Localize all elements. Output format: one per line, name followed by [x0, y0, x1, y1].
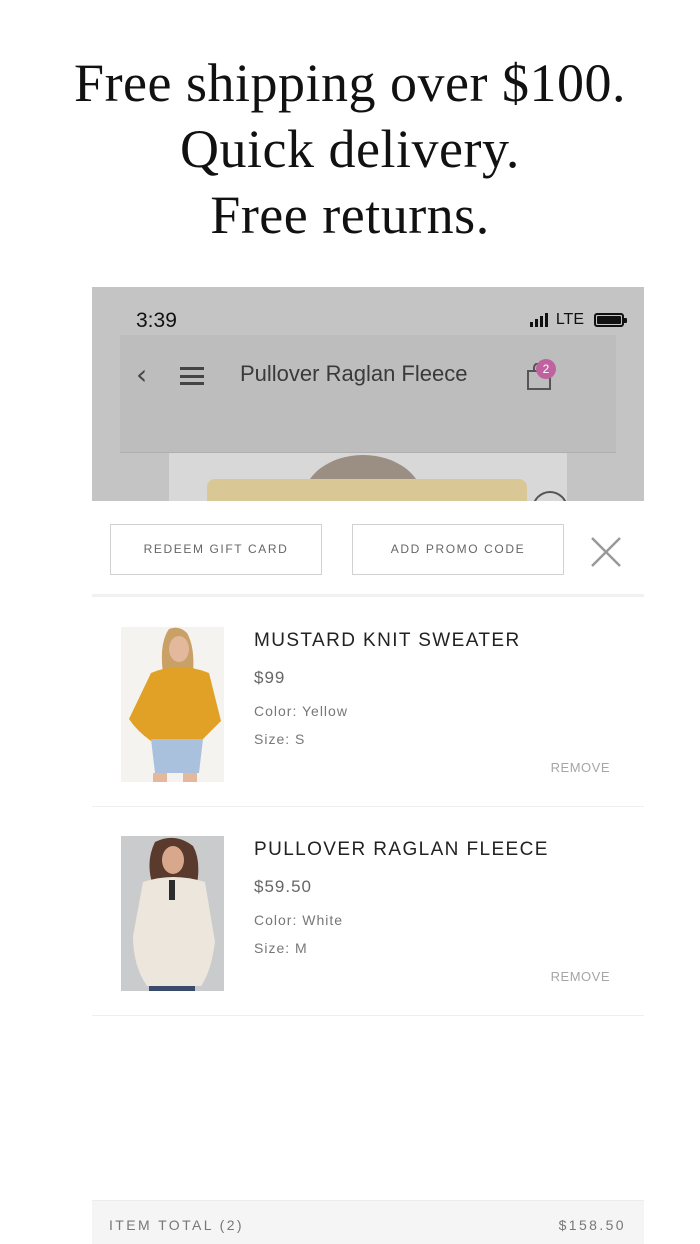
product-thumbnail[interactable] — [121, 836, 224, 991]
marketing-headline: Free shipping over $100. Quick delivery.… — [0, 50, 700, 248]
battery-icon — [594, 313, 627, 327]
cart-item: MUSTARD KNIT SWEATER $99 Color: Yellow S… — [92, 598, 644, 807]
headline-line-3: Free returns. — [210, 185, 490, 245]
add-promo-code-button[interactable]: ADD PROMO CODE — [352, 524, 564, 575]
item-name[interactable]: PULLOVER RAGLAN FLEECE — [254, 839, 549, 861]
item-price: $99 — [254, 668, 286, 687]
headline-line-2: Quick delivery. — [180, 119, 520, 179]
item-size: Size: S — [254, 731, 306, 747]
close-icon[interactable] — [588, 534, 624, 570]
item-total-value: $158.50 — [558, 1217, 626, 1233]
product-nav-bar — [120, 335, 616, 453]
chevron-left-icon[interactable]: ‹ — [136, 361, 147, 389]
item-color: Color: White — [254, 912, 344, 928]
headline-line-1: Free shipping over $100. — [74, 53, 626, 113]
hamburger-menu-icon[interactable] — [180, 367, 204, 385]
product-thumbnail[interactable] — [121, 627, 224, 782]
product-image-peek — [169, 453, 567, 501]
status-indicators: LTE — [529, 311, 627, 329]
item-name[interactable]: MUSTARD KNIT SWEATER — [254, 630, 521, 652]
remove-button[interactable]: REMOVE — [551, 760, 610, 775]
item-total-bar: ITEM TOTAL (2) $158.50 — [92, 1200, 644, 1244]
item-size: Size: M — [254, 940, 308, 956]
cart-item: PULLOVER RAGLAN FLEECE $59.50 Color: Whi… — [92, 807, 644, 1016]
dimmed-product-page: 3:39 LTE ‹ Pullover Raglan Fleece 2 — [92, 287, 644, 501]
network-label: LTE — [555, 311, 584, 328]
promo-row: REDEEM GIFT CARD ADD PROMO CODE — [92, 501, 644, 597]
status-time: 3:39 — [136, 309, 177, 332]
item-color: Color: Yellow — [254, 703, 348, 719]
item-total-label: ITEM TOTAL (2) — [109, 1217, 244, 1233]
phone-screen: 3:39 LTE ‹ Pullover Raglan Fleece 2 REDE… — [92, 287, 644, 1244]
cart-count-badge: 2 — [536, 359, 556, 379]
signal-icon — [529, 313, 548, 327]
page-title: Pullover Raglan Fleece — [240, 361, 468, 386]
redeem-gift-card-button[interactable]: REDEEM GIFT CARD — [110, 524, 322, 575]
item-price: $59.50 — [254, 877, 312, 896]
remove-button[interactable]: REMOVE — [551, 969, 610, 984]
